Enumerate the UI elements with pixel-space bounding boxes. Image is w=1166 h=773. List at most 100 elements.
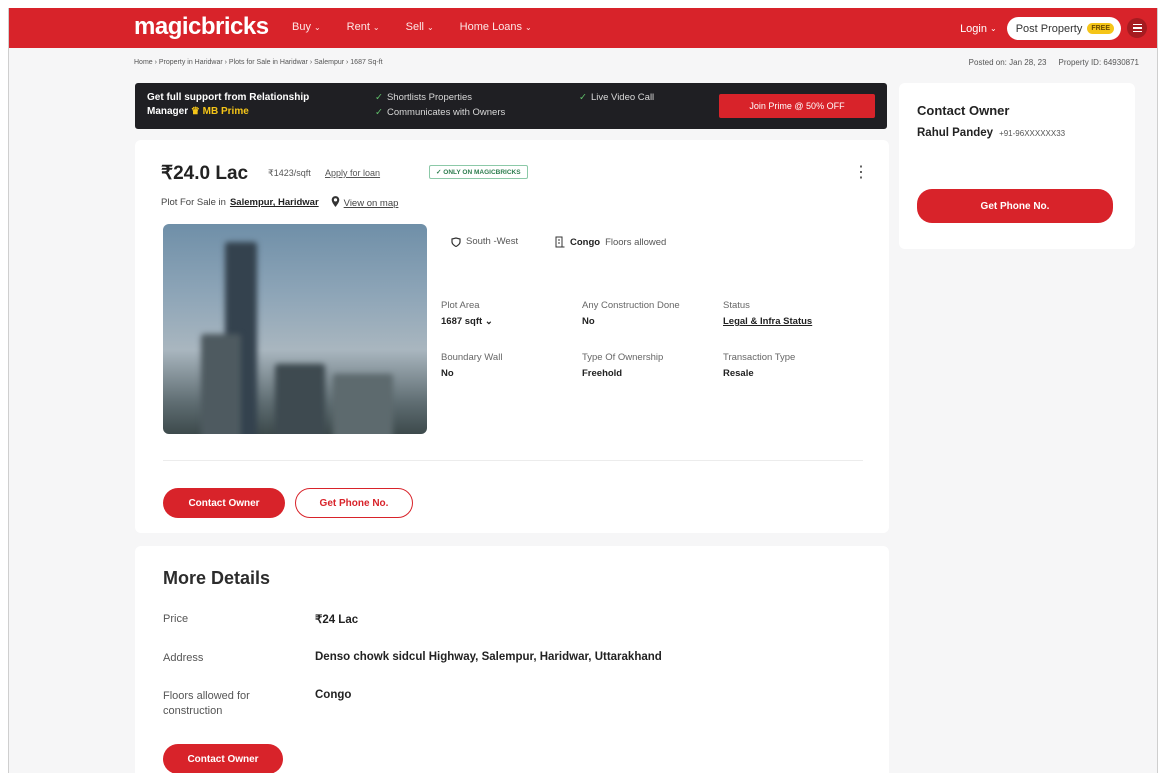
nav-sell-label: Sell [405,21,424,33]
breadcrumb[interactable]: Home › Property in Haridwar › Plots for … [134,59,383,66]
attr-label: Type Of Ownership [582,352,664,363]
floors-info: Congo Floors allowed [555,236,666,248]
chevron-down-icon: ⌄ [525,22,532,32]
crown-icon: ♛ [190,106,200,117]
nav-buy-label: Buy [292,21,311,33]
attr-transaction: Transaction Type Resale [723,352,795,379]
map-pin-icon [331,196,339,207]
mb-prime-text: MB Prime [202,106,249,117]
owner-phone: +91-96XXXXXX33 [999,129,1066,138]
prime-feature-video: ✓ Live Video Call [579,92,654,103]
detail-value-price: ₹24 Lac [315,614,359,626]
price-per-sqft: ₹1423/sqft [268,168,311,178]
property-id: Property ID: 64930871 [1058,58,1140,67]
nav-sell[interactable]: Sell ⌄ [406,21,434,33]
only-on-magicbricks-badge: ✓ ONLY ON MAGICBRICKS [429,165,528,179]
attr-value: 1687 sqft ⌄ [441,316,493,327]
prime-title: Get full support from Relationship Manag… [147,91,309,119]
detail-label-floors: Floors allowed for construction [163,690,250,717]
detail-label-price: Price [163,613,189,625]
location-link[interactable]: Salempur, Haridwar [230,197,319,208]
chevron-down-icon: ⌄ [313,22,321,32]
detail-value-address: Denso chowk sidcul Highway, Salempur, Ha… [315,651,662,663]
chevron-down-icon: ⌄ [372,22,380,32]
attr-label: Transaction Type [723,352,796,363]
card-divider [163,460,863,461]
get-phone-button[interactable]: Get Phone No. [295,488,413,518]
chevron-down-icon: ⌄ [426,22,434,32]
attr-status: Status Legal & Infra Status [723,300,812,327]
posted-info: Posted on: Jan 28, 23 Property ID: 64930… [969,58,1139,67]
prime-feature-communicates: ✓ Communicates with Owners [375,107,505,118]
facing-info: South -West [451,236,518,247]
property-photo[interactable] [163,224,427,434]
attr-value: No [441,368,454,379]
compass-icon [451,236,461,247]
check-icon: ✓ [375,107,383,118]
attr-plot-area: Plot Area 1687 sqft ⌄ [441,300,493,327]
main-nav: Buy ⌄ Rent ⌄ Sell ⌄ Home Loans ⌄ [292,21,532,33]
nav-buy[interactable]: Buy ⌄ [292,21,321,33]
login-label: Login [960,22,987,35]
posted-on: Posted on: Jan 28, 23 [968,58,1047,67]
view-on-map-link[interactable]: View on map [331,196,399,209]
more-details-card: More Details Price ₹24 Lac Address Denso… [135,546,889,773]
free-badge: FREE [1087,23,1114,34]
listing-price: ₹24.0 Lac [161,163,249,184]
contact-title: Contact Owner [917,103,1010,118]
nav-home-loans-label: Home Loans [459,21,523,33]
header-actions: Login ⌄ Post Property FREE [960,17,1121,40]
top-header: magicbricks Buy ⌄ Rent ⌄ Sell ⌄ Home Loans ⌄… [9,8,1157,48]
chevron-down-icon[interactable]: ⌄ [485,316,493,327]
contact-get-phone-button[interactable]: Get Phone No. [917,189,1113,223]
only-badge-label: ONLY ON MAGICBRICKS [443,169,521,176]
apply-loan-link[interactable]: Apply for loan [325,168,380,178]
more-options-icon[interactable]: ⋮ [853,162,869,182]
detail-value-floors: Congo [315,689,352,701]
post-property-label: Post Property [1015,22,1083,35]
attr-ownership: Type Of Ownership Freehold [582,352,663,379]
attr-boundary-wall: Boundary Wall No [441,352,502,379]
attr-value: Freehold [582,368,623,379]
prime-feature-label: Live Video Call [590,92,655,103]
nav-rent[interactable]: Rent ⌄ [347,21,380,33]
prime-feature-shortlists: ✓ Shortlists Properties [375,92,472,103]
join-prime-button[interactable]: Join Prime @ 50% OFF [719,94,875,118]
page-frame: magicbricks Buy ⌄ Rent ⌄ Sell ⌄ Home Loans ⌄… [8,8,1158,773]
contact-owner-button[interactable]: Contact Owner [163,488,285,518]
login-button[interactable]: Login ⌄ [960,23,997,35]
more-contact-owner-button[interactable]: Contact Owner [163,744,283,773]
nav-rent-label: Rent [346,21,370,33]
owner-name: Rahul Pandey [917,127,994,139]
post-property-button[interactable]: Post Property FREE [1006,17,1121,40]
check-icon: ✓ [579,92,587,103]
facing-value: South -West [466,236,519,247]
view-map-label: View on map [343,198,399,209]
attr-value-text: 1687 sqft [441,316,483,327]
prime-feature-label: Shortlists Properties [386,92,472,103]
attr-label: Status [723,300,750,311]
attr-value: No [582,316,595,327]
attr-construction: Any Construction Done No [582,300,680,327]
detail-label-address: Address [163,652,204,664]
prime-feature-label: Communicates with Owners [386,107,506,118]
attr-label: Any Construction Done [582,300,680,311]
attr-value: Resale [723,368,754,379]
subtitle-prefix: Plot For Sale in [161,197,226,208]
building-icon [555,236,565,248]
prime-title-line2: Manager ♛ MB Prime [147,105,309,119]
more-details-title: More Details [163,568,271,588]
legal-infra-status-link[interactable]: Legal & Infra Status [723,316,812,327]
listing-subtitle: Plot For Sale in Salempur, Haridwar View… [161,196,398,209]
prime-banner: Get full support from Relationship Manag… [135,83,887,129]
listing-card: ₹24.0 Lac ₹1423/sqft Apply for loan ✓ ON… [135,140,889,533]
prime-title-line1: Get full support from Relationship [147,92,310,103]
magicbricks-logo[interactable]: magicbricks [134,13,269,41]
floors-value: Congo [570,236,601,248]
attr-label: Boundary Wall [441,352,503,363]
floors-suffix: Floors allowed [605,236,667,248]
hamburger-icon[interactable] [1127,18,1147,38]
attr-label: Plot Area [441,300,480,311]
check-icon: ✓ [375,92,383,103]
nav-home-loans[interactable]: Home Loans ⌄ [460,21,532,33]
